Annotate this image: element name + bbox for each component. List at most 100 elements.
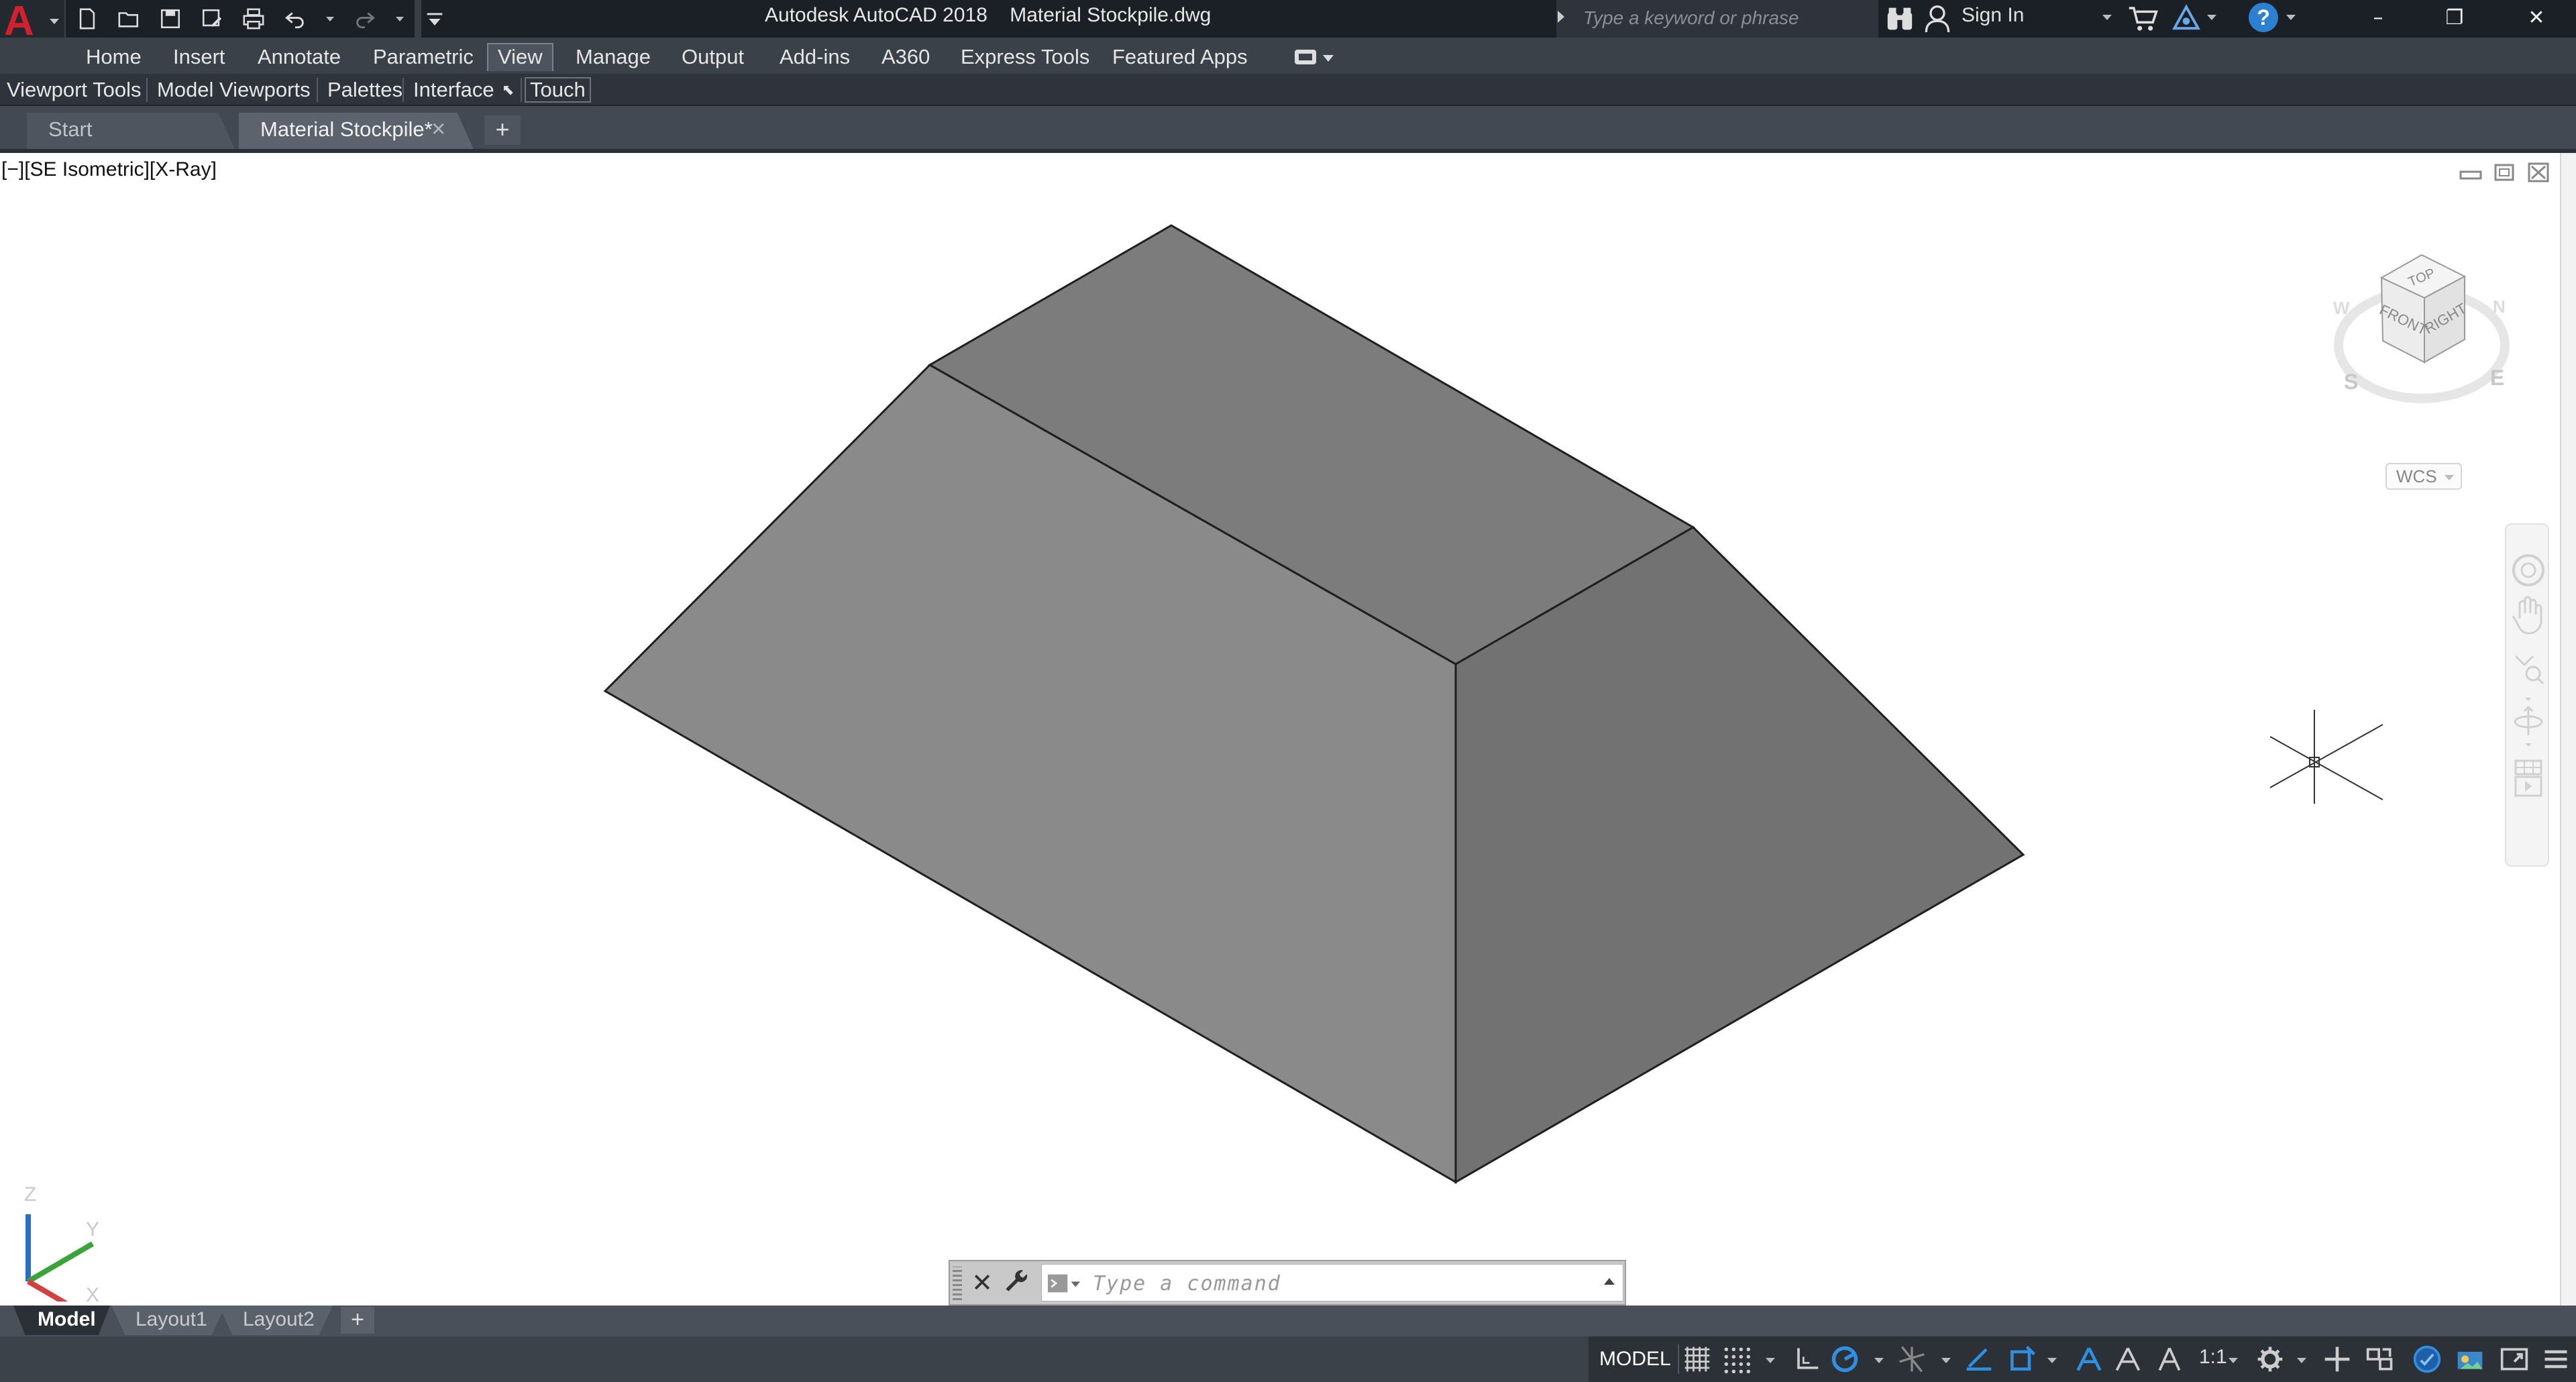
hardware-acceleration-icon[interactable] — [2412, 1344, 2442, 1374]
command-input[interactable] — [1093, 1269, 1562, 1298]
snap-mode-icon[interactable] — [1721, 1344, 1751, 1374]
annotation-scale-value[interactable]: 1:1 — [2199, 1346, 2227, 1369]
exchange-apps-icon[interactable] — [2171, 4, 2202, 34]
application-menu-button[interactable]: A — [0, 0, 66, 44]
drawing-viewport[interactable]: [−][SE Isometric][X-Ray] TOP FRONT RIGHT… — [0, 153, 2560, 1306]
panel-model-viewports[interactable]: Model Viewports — [157, 76, 311, 103]
cart-icon[interactable] — [2128, 4, 2159, 34]
compass-north[interactable]: N — [2493, 297, 2506, 317]
user-icon[interactable] — [1924, 4, 1951, 34]
ribbon-display-toggle-icon[interactable] — [1293, 46, 1336, 70]
tab-featured-apps[interactable]: Featured Apps — [1103, 43, 1257, 71]
tab-model[interactable]: Model — [13, 1306, 110, 1335]
viewport-minimize-icon[interactable] — [2459, 170, 2482, 180]
workspace-switching-icon[interactable] — [2255, 1344, 2285, 1374]
chevron-down-icon[interactable] — [2229, 1358, 2238, 1363]
customization-menu-icon[interactable] — [2541, 1344, 2571, 1374]
wcs-menu-button[interactable]: WCS — [2385, 463, 2462, 490]
annotation-visibility-icon[interactable] — [2074, 1344, 2104, 1374]
search-expand-icon[interactable] — [1558, 11, 1564, 23]
compass-west[interactable]: W — [2333, 298, 2350, 318]
save-icon[interactable] — [157, 5, 184, 32]
units-icon[interactable] — [2365, 1344, 2395, 1374]
tab-parametric[interactable]: Parametric — [364, 43, 483, 71]
open-folder-icon[interactable] — [115, 5, 142, 32]
tab-start[interactable]: Start — [27, 113, 235, 149]
compass-south[interactable]: S — [2344, 370, 2358, 394]
command-prompt-icon[interactable] — [1046, 1273, 1082, 1294]
tab-output[interactable]: Output — [672, 43, 753, 71]
object-snap-icon[interactable] — [2007, 1344, 2037, 1374]
add-layout-button[interactable]: + — [341, 1307, 374, 1334]
tab-express-tools[interactable]: Express Tools — [951, 43, 1099, 71]
panel-expand-icon[interactable]: ⬉ — [502, 76, 514, 103]
panel-viewport-tools[interactable]: Viewport Tools — [7, 76, 141, 103]
panel-interface[interactable]: Interface — [413, 76, 494, 103]
undo-dropdown[interactable] — [323, 5, 337, 32]
undo-icon[interactable] — [282, 5, 309, 32]
auto-scale-icon[interactable] — [2113, 1344, 2143, 1374]
compass-east[interactable]: E — [2490, 366, 2504, 390]
clean-screen-icon[interactable] — [2500, 1344, 2529, 1374]
tab-layout1[interactable]: Layout1 — [111, 1306, 225, 1335]
close-icon[interactable]: ✕ — [969, 1264, 996, 1301]
redo-dropdown[interactable] — [393, 5, 407, 32]
chevron-down-icon[interactable] — [2286, 15, 2296, 20]
panel-touch[interactable]: Touch — [525, 77, 591, 103]
grid-icon[interactable] — [1682, 1344, 1712, 1374]
annotation-monitor-icon[interactable] — [2322, 1344, 2352, 1374]
viewcube[interactable]: TOP FRONT RIGHT S E W N — [2321, 244, 2516, 419]
command-line-grip[interactable] — [953, 1267, 962, 1300]
polar-tracking-icon[interactable] — [1830, 1344, 1860, 1374]
orbit-icon[interactable] — [2514, 705, 2543, 735]
ucs-icon[interactable]: Z Y X — [13, 1167, 114, 1301]
wrench-icon[interactable] — [1002, 1268, 1032, 1297]
tab-add-ins[interactable]: Add-ins — [770, 43, 859, 71]
chevron-down-icon[interactable] — [2297, 1358, 2306, 1363]
tab-layout2[interactable]: Layout2 — [219, 1306, 333, 1335]
close-button[interactable]: ✕ — [2500, 0, 2573, 38]
stockpile-right-face[interactable] — [1454, 526, 2025, 1184]
zoom-extents-icon[interactable] — [2514, 655, 2544, 685]
isolate-objects-icon[interactable] — [2455, 1344, 2485, 1374]
binoculars-icon[interactable] — [1885, 5, 1915, 32]
chevron-down-icon[interactable] — [2207, 15, 2216, 20]
new-tab-button[interactable]: + — [484, 115, 521, 145]
save-as-icon[interactable] — [199, 5, 225, 32]
tab-a360[interactable]: A360 — [872, 43, 939, 71]
command-history-icon[interactable] — [1604, 1278, 1615, 1285]
model-space-button[interactable]: MODEL — [1593, 1344, 1679, 1374]
minimize-button[interactable]: – — [2341, 0, 2415, 38]
panel-palettes[interactable]: Palettes — [327, 76, 402, 103]
tab-view[interactable]: View — [487, 43, 553, 71]
steering-wheel-icon[interactable] — [2512, 554, 2544, 586]
chevron-down-icon[interactable] — [1766, 1358, 1775, 1363]
help-icon[interactable]: ? — [2249, 3, 2278, 32]
showmotion-icon[interactable] — [2514, 759, 2542, 797]
tab-manage[interactable]: Manage — [566, 43, 660, 71]
viewport-controls-label[interactable]: [−][SE Isometric][X-Ray] — [1, 158, 217, 181]
search-input[interactable] — [1578, 3, 1878, 34]
ortho-mode-icon[interactable] — [1791, 1344, 1821, 1374]
viewport-restore-icon[interactable] — [2494, 164, 2514, 181]
redo-icon[interactable] — [352, 5, 378, 32]
viewport-close-icon[interactable] — [2528, 162, 2549, 182]
object-snap-tracking-icon[interactable] — [1964, 1344, 1994, 1374]
chevron-down-icon[interactable] — [1874, 1358, 1884, 1363]
chevron-down-icon[interactable] — [2047, 1358, 2057, 1363]
close-icon[interactable]: ✕ — [431, 118, 446, 140]
tab-insert[interactable]: Insert — [164, 43, 235, 71]
chevron-down-icon[interactable] — [1941, 1358, 1951, 1363]
maximize-button[interactable]: ❐ — [2418, 0, 2491, 38]
pan-hand-icon[interactable] — [2512, 596, 2542, 635]
chevron-down-icon[interactable] — [2102, 15, 2112, 20]
tab-home[interactable]: Home — [76, 43, 151, 71]
annotation-scale-icon[interactable] — [2155, 1344, 2184, 1374]
panel-divider — [317, 78, 318, 102]
tab-annotate[interactable]: Annotate — [248, 43, 350, 71]
customize-toolbar-icon[interactable] — [421, 5, 448, 32]
isodraft-icon[interactable] — [1897, 1344, 1927, 1374]
print-icon[interactable] — [240, 5, 267, 32]
new-icon[interactable] — [74, 5, 101, 32]
sign-in-link[interactable]: Sign In — [1962, 4, 2024, 27]
